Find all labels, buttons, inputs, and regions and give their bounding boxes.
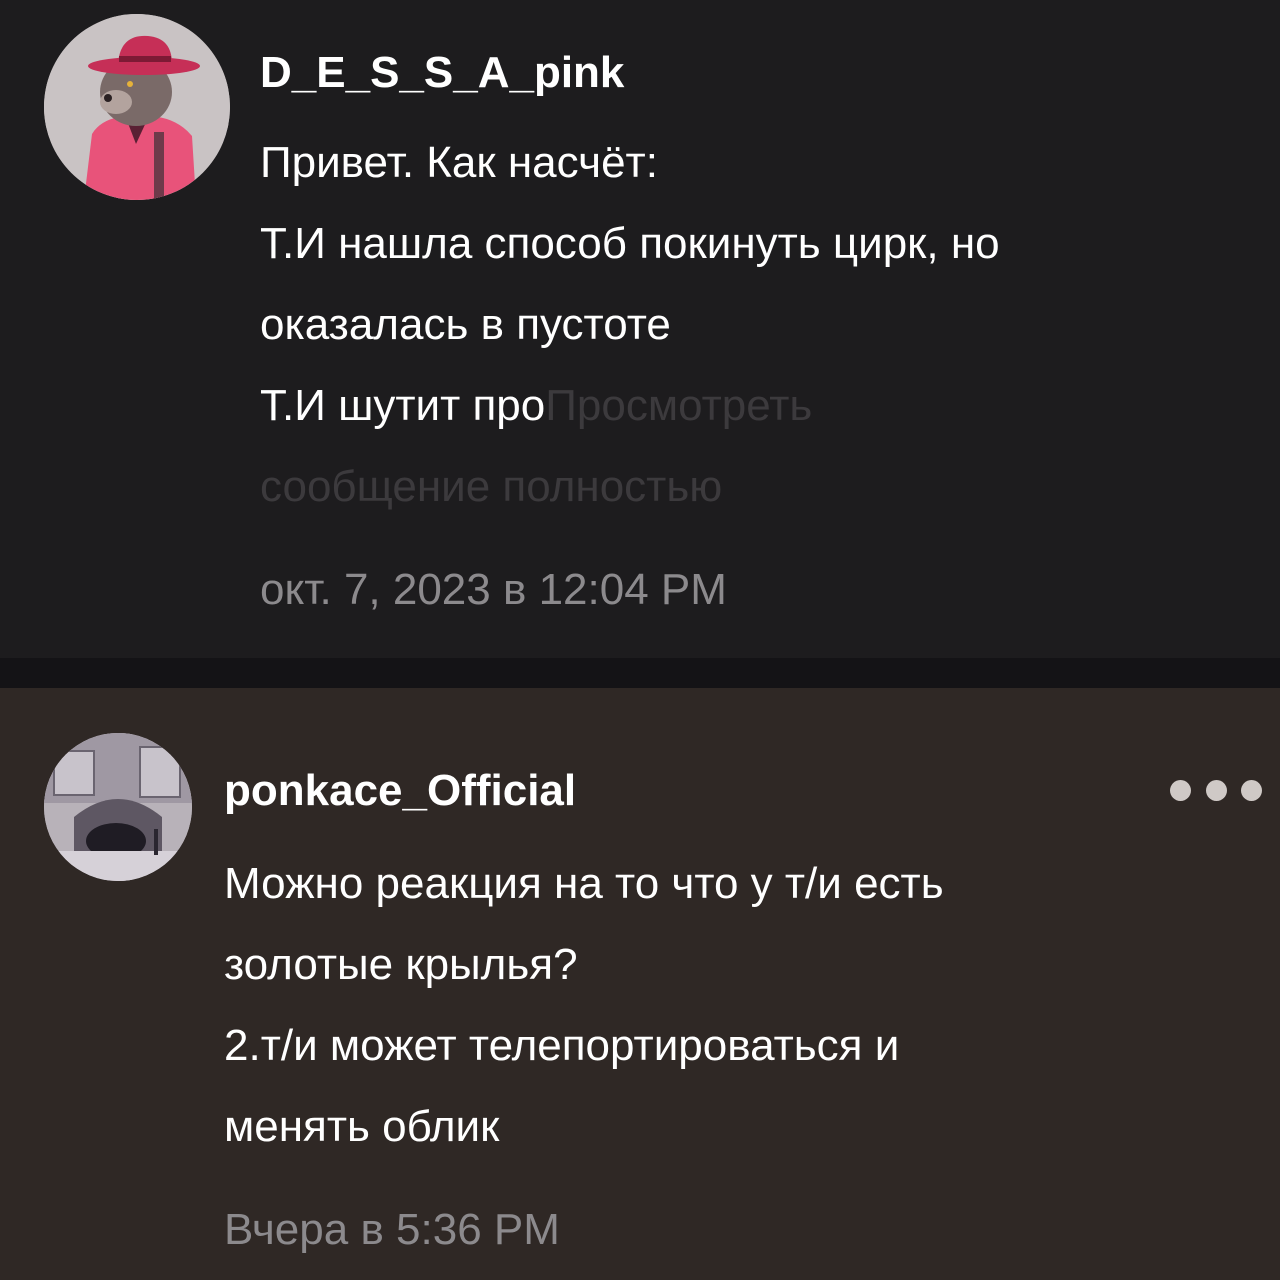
see-more-link[interactable]: Просмотреть: [545, 381, 812, 430]
message-line: Можно реакция на то что у т/и есть: [224, 859, 944, 908]
more-dots-icon[interactable]: [1170, 773, 1262, 807]
username[interactable]: D_E_S_S_A_pink: [260, 48, 624, 98]
message-line-truncated: Т.И шутит проПросмотреть: [260, 365, 1250, 446]
message-line: 2.т/и может телепортироваться и: [224, 1021, 900, 1070]
message-card: D_E_S_S_A_pink Привет. Как насчёт: Т.И н…: [0, 0, 1280, 658]
message-line: золотые крылья?: [224, 940, 578, 989]
chat-thread: D_E_S_S_A_pink Привет. Как насчёт: Т.И н…: [0, 0, 1280, 1280]
message-line: менять облик: [224, 1102, 500, 1151]
see-more-link[interactable]: сообщение полностью: [260, 446, 1250, 527]
message-line: оказалась в пустоте: [260, 300, 671, 349]
timestamp: Вчера в 5:36 PM: [224, 1205, 560, 1254]
bear-avatar-icon[interactable]: [44, 14, 230, 200]
timestamp: окт. 7, 2023 в 12:04 PM: [260, 565, 727, 614]
dot: [1170, 779, 1191, 801]
username[interactable]: ponkace_Official: [224, 766, 576, 816]
dot: [1241, 779, 1262, 801]
message-line: Т.И нашла способ покинуть цирк, но: [260, 219, 1000, 268]
message-text: Привет. Как насчёт: Т.И нашла способ пок…: [260, 122, 1250, 527]
message-text: Можно реакция на то что у т/и есть золот…: [224, 843, 1224, 1167]
dot: [1205, 779, 1227, 801]
divider: [0, 658, 1280, 688]
room-scene-avatar-icon[interactable]: [44, 733, 192, 881]
message-line: Привет. Как насчёт:: [260, 138, 658, 187]
message-line: Т.И шутит про: [260, 381, 546, 430]
